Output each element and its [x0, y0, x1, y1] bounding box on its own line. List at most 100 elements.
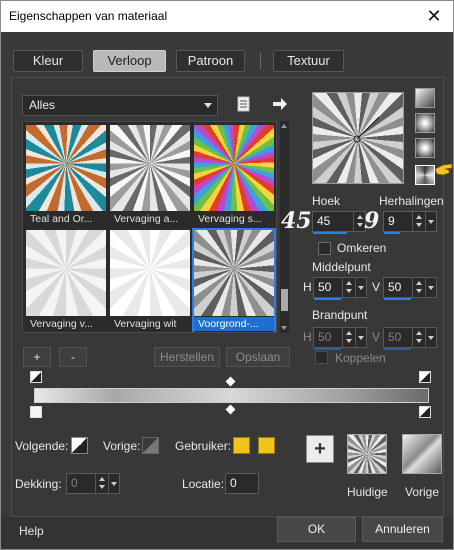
gradient-library: Teal and Or... Vervaging a... Vervaging …: [22, 121, 277, 333]
angle-label: Hoek: [312, 194, 341, 208]
repeats-dropdown[interactable]: [425, 212, 436, 231]
opacity-stop-right[interactable]: [419, 371, 431, 383]
focal-h-stepper[interactable]: [342, 328, 354, 347]
window-title: Eigenschappen van materiaal: [9, 9, 168, 23]
repeats-slider-bar[interactable]: [384, 232, 400, 234]
document-icon[interactable]: [236, 96, 252, 112]
location-field[interactable]: 0: [225, 473, 259, 494]
focal-v-dropdown[interactable]: [425, 328, 436, 347]
previous-swatch[interactable]: [142, 437, 159, 454]
category-value: Alles: [29, 98, 56, 112]
thumbnail-image: [194, 230, 274, 316]
tab-verloop[interactable]: Verloop: [93, 50, 166, 72]
help-link[interactable]: Help: [19, 524, 44, 538]
center-v-field[interactable]: 50: [383, 277, 437, 300]
thumbnail-caption: Vervaging wit: [114, 318, 177, 330]
thumbnail-caption: Voorgrond-...: [194, 317, 274, 331]
scroll-down-icon[interactable]: [281, 326, 287, 330]
center-h-slider-bar[interactable]: [314, 298, 341, 300]
thumbnail-vervaging-s[interactable]: Vervaging s...: [194, 125, 274, 227]
close-icon[interactable]: ✕: [421, 3, 447, 29]
tab-kleur[interactable]: Kleur: [13, 50, 83, 72]
repeats-stepper[interactable]: [412, 212, 424, 231]
focal-h-value: 50: [318, 330, 332, 344]
restore-button[interactable]: Herstellen: [154, 347, 220, 367]
focal-v-field[interactable]: 50: [383, 327, 437, 350]
thumbnail-vervaging-wit[interactable]: Vervaging wit: [110, 230, 190, 332]
opacity-stop-left[interactable]: [30, 371, 42, 383]
center-h-dropdown[interactable]: [355, 278, 366, 297]
color-stop-right[interactable]: [419, 406, 431, 418]
center-h-value: 50: [318, 280, 332, 294]
sunburst-style-button[interactable]: [415, 138, 435, 158]
focal-h-slider-bar[interactable]: [314, 348, 341, 350]
thumbnail-image: [194, 125, 274, 211]
current-material-swatch[interactable]: [347, 434, 387, 474]
center-h-stepper[interactable]: [342, 278, 354, 297]
cancel-button[interactable]: Annuleren: [362, 517, 443, 542]
center-v-stepper[interactable]: [412, 278, 424, 297]
previous-material-swatch[interactable]: [402, 434, 442, 474]
focal-v-label: V: [372, 330, 381, 344]
thumbnail-caption: Vervaging v...: [30, 318, 93, 330]
tab-textuur[interactable]: Textuur: [273, 50, 344, 72]
thumbnail-caption: Vervaging a...: [114, 213, 179, 225]
focal-v-slider-bar[interactable]: [384, 348, 411, 350]
ok-button[interactable]: OK: [277, 517, 356, 542]
thumbnail-vervaging-a[interactable]: Vervaging a...: [110, 125, 190, 227]
center-v-label: V: [372, 280, 381, 294]
repeats-label: Herhalingen: [379, 194, 444, 208]
focal-h-label: H: [303, 330, 312, 344]
opacity-label: Dekking:: [15, 477, 62, 491]
center-v-dropdown[interactable]: [425, 278, 436, 297]
arrow-right-icon[interactable]: [272, 96, 288, 112]
chevron-down-icon: [204, 103, 212, 108]
opacity-field[interactable]: 0: [66, 473, 120, 494]
focal-h-dropdown[interactable]: [355, 328, 366, 347]
focal-label: Brandpunt: [312, 308, 368, 322]
center-h-field[interactable]: 50: [313, 277, 367, 300]
linear-style-button[interactable]: [415, 88, 435, 108]
add-gradient-button[interactable]: +: [23, 347, 51, 367]
color-stop-left[interactable]: [30, 406, 42, 418]
user-label: Gebruiker:: [175, 439, 232, 453]
location-value: 0: [230, 476, 237, 490]
angle-handle-icon[interactable]: [313, 93, 405, 185]
focal-h-field[interactable]: 50: [313, 327, 367, 350]
scrollbar-thumb[interactable]: [281, 289, 288, 311]
radial-style-button[interactable]: [415, 165, 435, 185]
pointer-hand-icon: [435, 163, 453, 176]
focal-v-stepper[interactable]: [412, 328, 424, 347]
thumbnail-caption: Vervaging s...: [198, 213, 262, 225]
category-dropdown[interactable]: Alles: [22, 95, 218, 116]
remove-gradient-button[interactable]: -: [59, 347, 87, 367]
save-button[interactable]: Opslaan: [226, 347, 290, 367]
opacity-dropdown[interactable]: [108, 474, 119, 493]
angle-field[interactable]: 45: [312, 211, 366, 234]
thumbnail-image: [110, 230, 190, 316]
thumbnail-teal-orange[interactable]: Teal and Or...: [26, 125, 106, 227]
rectangular-style-button[interactable]: [415, 113, 435, 133]
gradient-preview[interactable]: [312, 92, 404, 184]
invert-label: Omkeren: [337, 241, 387, 255]
angle-slider-bar[interactable]: [313, 232, 347, 234]
tab-patroon[interactable]: Patroon: [176, 50, 245, 72]
scroll-up-icon[interactable]: [281, 124, 287, 128]
thumbnail-vervaging-v[interactable]: Vervaging v...: [26, 230, 106, 332]
next-swatch[interactable]: [71, 437, 88, 454]
opacity-stepper[interactable]: [95, 474, 107, 493]
thumbnail-image: [110, 125, 190, 211]
add-to-swatches-button[interactable]: +: [306, 435, 334, 463]
thumbnail-voorgrond[interactable]: Voorgrond-...: [192, 228, 276, 332]
user-color-swatch[interactable]: [233, 437, 250, 454]
thumbnail-image: [26, 230, 106, 316]
gradient-bar[interactable]: [34, 388, 429, 403]
center-v-slider-bar[interactable]: [384, 298, 411, 300]
thumbnail-caption: Teal and Or...: [30, 213, 93, 225]
location-label: Locatie:: [182, 477, 225, 491]
title-bar: Eigenschappen van materiaal ✕: [1, 1, 453, 32]
repeats-field[interactable]: 9: [383, 211, 437, 234]
user-color-swatch-2[interactable]: [258, 437, 275, 454]
invert-checkbox[interactable]: [318, 242, 331, 255]
link-checkbox[interactable]: [315, 351, 328, 364]
